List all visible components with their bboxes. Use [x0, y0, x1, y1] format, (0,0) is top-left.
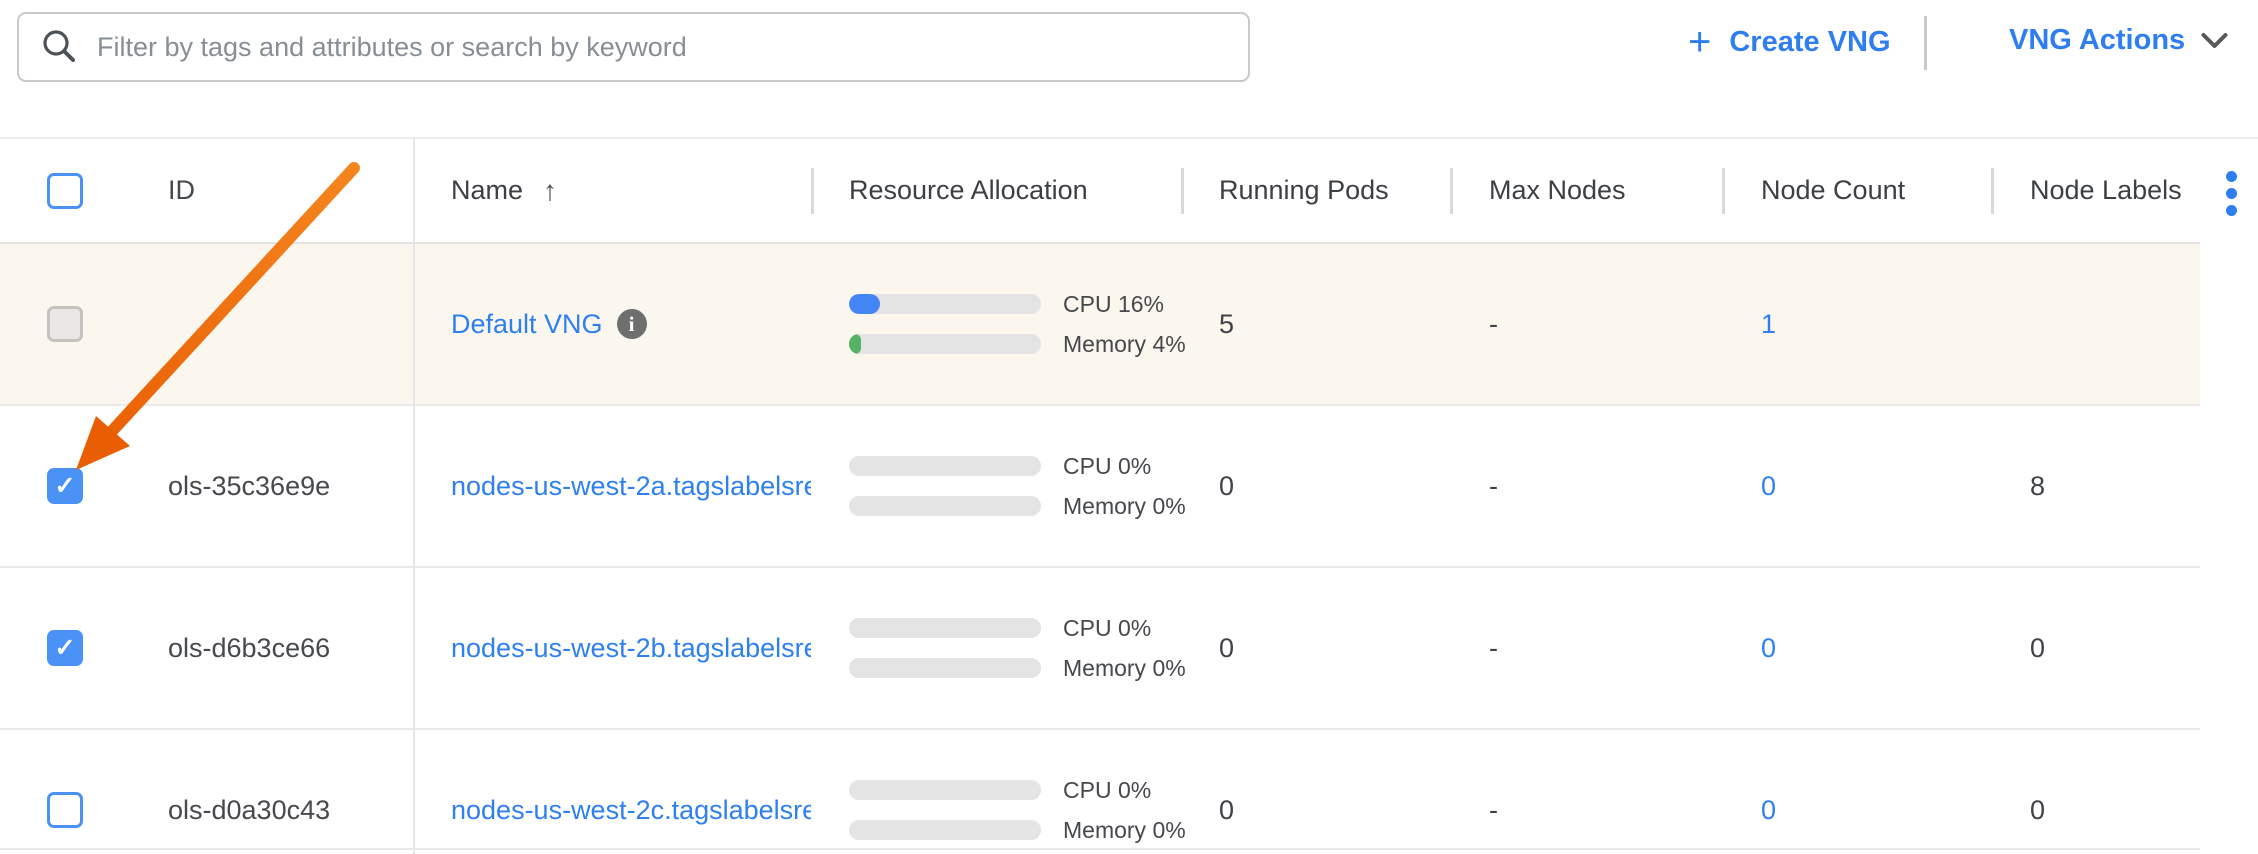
table-row-ols-35c36e9e: ols-35c36e9e nodes-us-west-2a.tagslabels…: [0, 406, 2200, 568]
max-nodes-value: -: [1450, 471, 1722, 502]
cpu-usage-label: CPU 0%: [1063, 777, 1151, 804]
table-bottom-border: [0, 848, 2200, 850]
memory-bar-fill: [849, 334, 861, 354]
vng-table: ID Name ↑ Resource Allocation Running Po…: [0, 137, 2258, 854]
node-count-link[interactable]: 1: [1761, 309, 1776, 339]
row-name-cell: nodes-us-west-2a.tagslabelsre: [413, 471, 811, 502]
column-header-node-count[interactable]: Node Count: [1722, 175, 1991, 206]
node-count-cell: 0: [1722, 795, 1991, 826]
vng-actions-button[interactable]: VNG Actions: [2009, 24, 2228, 57]
table-row-ols-d0a30c43: ols-d0a30c43 nodes-us-west-2c.tagslabels…: [0, 730, 2200, 854]
row-name-cell: nodes-us-west-2b.tagslabelsre: [413, 633, 811, 664]
create-vng-label: Create VNG: [1729, 26, 1890, 59]
table-row-default-vng: Default VNG i CPU 16% Memory 4: [0, 244, 2200, 406]
row-checkbox-cell: [0, 306, 120, 342]
row-checkbox[interactable]: [47, 468, 83, 504]
cpu-progress-bar: [849, 780, 1041, 800]
vng-actions-label: VNG Actions: [2009, 24, 2185, 57]
running-pods-value: 0: [1181, 471, 1450, 502]
vng-management-page: + Create VNG VNG Actions ID Name ↑ Resou…: [0, 0, 2258, 854]
row-checkbox-cell: [0, 630, 120, 666]
row-id: ols-35c36e9e: [120, 471, 413, 502]
vng-name-link[interactable]: nodes-us-west-2a.tagslabelsre: [451, 471, 811, 502]
row-checkbox[interactable]: [47, 792, 83, 828]
cpu-progress-bar: [849, 618, 1041, 638]
memory-usage-label: Memory 4%: [1063, 331, 1186, 358]
header-checkbox-cell: [0, 173, 120, 209]
create-vng-button[interactable]: + Create VNG: [1688, 24, 1891, 60]
memory-progress-bar: [849, 820, 1041, 840]
column-header-node-labels[interactable]: Node Labels: [1991, 175, 2200, 206]
row-checkbox[interactable]: [47, 630, 83, 666]
toolbar-divider: [1924, 16, 1927, 70]
resource-allocation-cell: CPU 16% Memory 4%: [811, 294, 1181, 354]
resource-allocation-cell: CPU 0% Memory 0%: [811, 456, 1181, 516]
row-name-cell: nodes-us-west-2c.tagslabelsre: [413, 795, 811, 826]
node-count-cell: 0: [1722, 471, 1991, 502]
cpu-bar-fill: [849, 294, 880, 314]
cpu-usage-label: CPU 16%: [1063, 291, 1164, 318]
kebab-dot: [2226, 188, 2237, 199]
node-count-cell: 0: [1722, 633, 1991, 664]
kebab-dot: [2226, 171, 2237, 182]
node-labels-value: 0: [1991, 795, 2200, 826]
vng-name-link[interactable]: nodes-us-west-2c.tagslabelsre: [451, 795, 811, 826]
node-labels-value: 0: [1991, 633, 2200, 664]
row-checkbox-cell: [0, 468, 120, 504]
column-header-id[interactable]: ID: [120, 175, 413, 206]
node-count-cell: 1: [1722, 309, 1991, 340]
column-header-resource-allocation[interactable]: Resource Allocation: [811, 175, 1181, 206]
filter-search-box: [17, 12, 1250, 82]
node-count-link[interactable]: 0: [1761, 633, 1776, 663]
node-count-link[interactable]: 0: [1761, 471, 1776, 501]
resource-allocation-cell: CPU 0% Memory 0%: [811, 618, 1181, 678]
row-checkbox: [47, 306, 83, 342]
row-name-cell: Default VNG i: [413, 309, 811, 340]
kebab-dot: [2226, 205, 2237, 216]
memory-progress-bar: [849, 334, 1041, 354]
max-nodes-value: -: [1450, 309, 1722, 340]
info-icon[interactable]: i: [617, 309, 647, 339]
memory-progress-bar: [849, 496, 1041, 516]
vng-name-link[interactable]: nodes-us-west-2b.tagslabelsre: [451, 633, 811, 664]
select-all-checkbox[interactable]: [47, 173, 83, 209]
running-pods-value: 0: [1181, 795, 1450, 826]
search-icon: [41, 29, 77, 65]
memory-usage-label: Memory 0%: [1063, 817, 1186, 844]
column-options-button[interactable]: [2222, 167, 2241, 220]
id-column-border: [413, 139, 415, 854]
column-header-running-pods[interactable]: Running Pods: [1181, 175, 1450, 206]
search-input[interactable]: [95, 31, 1226, 64]
memory-progress-bar: [849, 658, 1041, 678]
column-header-max-nodes[interactable]: Max Nodes: [1450, 175, 1722, 206]
row-id: ols-d0a30c43: [120, 795, 413, 826]
plus-icon: +: [1688, 24, 1711, 60]
node-labels-value: 8: [1991, 471, 2200, 502]
chevron-down-icon: [2201, 32, 2228, 50]
table-header-row: ID Name ↑ Resource Allocation Running Po…: [0, 139, 2200, 244]
row-id: ols-d6b3ce66: [120, 633, 413, 664]
max-nodes-value: -: [1450, 633, 1722, 664]
running-pods-value: 5: [1181, 309, 1450, 340]
cpu-progress-bar: [849, 456, 1041, 476]
max-nodes-value: -: [1450, 795, 1722, 826]
running-pods-value: 0: [1181, 633, 1450, 664]
node-count-link[interactable]: 0: [1761, 795, 1776, 825]
cpu-usage-label: CPU 0%: [1063, 453, 1151, 480]
memory-usage-label: Memory 0%: [1063, 655, 1186, 682]
cpu-progress-bar: [849, 294, 1041, 314]
table-row-ols-d6b3ce66: ols-d6b3ce66 nodes-us-west-2b.tagslabels…: [0, 568, 2200, 730]
row-checkbox-cell: [0, 792, 120, 828]
vng-name-link[interactable]: Default VNG: [451, 309, 603, 340]
column-header-name[interactable]: Name ↑: [413, 175, 811, 207]
cpu-usage-label: CPU 0%: [1063, 615, 1151, 642]
memory-usage-label: Memory 0%: [1063, 493, 1186, 520]
sort-ascending-icon: ↑: [543, 175, 557, 207]
resource-allocation-cell: CPU 0% Memory 0%: [811, 780, 1181, 840]
